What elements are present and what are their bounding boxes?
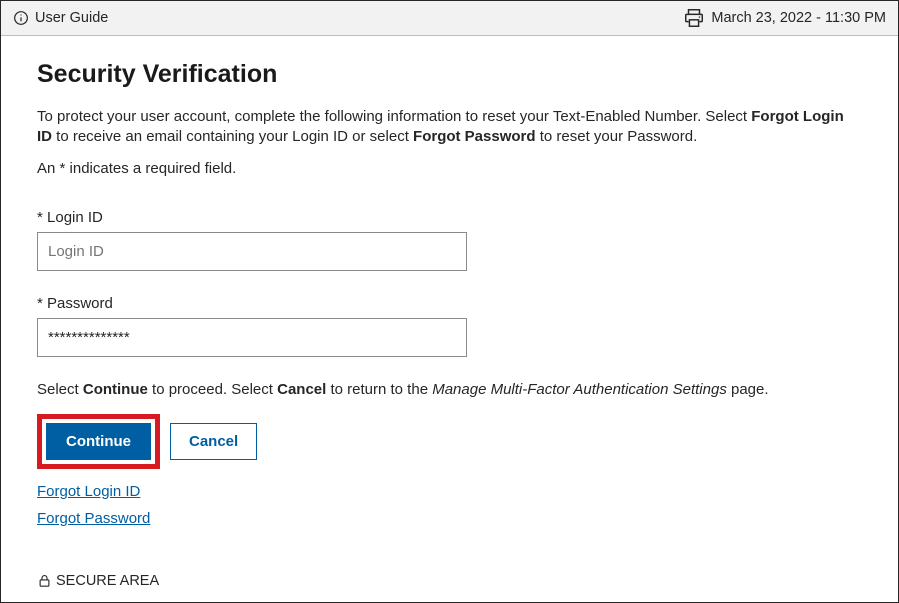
user-guide-label: User Guide: [35, 10, 108, 26]
app-window: User Guide March 23, 2022 - 11:30 PM Sec…: [0, 0, 899, 603]
continue-highlight: Continue: [37, 414, 160, 469]
forgot-login-id-link[interactable]: Forgot Login ID: [37, 483, 140, 500]
info-icon: [13, 10, 29, 26]
button-row: Continue Cancel: [37, 414, 862, 469]
password-input[interactable]: [37, 318, 467, 357]
required-note: An * indicates a required field.: [37, 160, 862, 177]
login-id-field-group: * Login ID: [37, 209, 862, 271]
proceed-note: Select Continue to proceed. Select Cance…: [37, 381, 862, 398]
password-label: * Password: [37, 295, 862, 312]
page-title: Security Verification: [37, 60, 862, 89]
intro-text: To protect your user account, complete t…: [37, 107, 862, 148]
login-id-label: * Login ID: [37, 209, 862, 226]
continue-button[interactable]: Continue: [46, 423, 151, 460]
lock-icon: [37, 573, 52, 588]
forgot-password-link[interactable]: Forgot Password: [37, 510, 150, 527]
timestamp: March 23, 2022 - 11:30 PM: [711, 10, 886, 26]
user-guide-link[interactable]: User Guide: [13, 10, 108, 26]
password-field-group: * Password: [37, 295, 862, 357]
top-bar: User Guide March 23, 2022 - 11:30 PM: [1, 1, 898, 36]
main-content: Security Verification To protect your us…: [1, 36, 898, 602]
secure-area-label: SECURE AREA: [37, 573, 862, 589]
print-button[interactable]: [683, 7, 705, 29]
cancel-button[interactable]: Cancel: [170, 423, 257, 460]
login-id-input[interactable]: [37, 232, 467, 271]
